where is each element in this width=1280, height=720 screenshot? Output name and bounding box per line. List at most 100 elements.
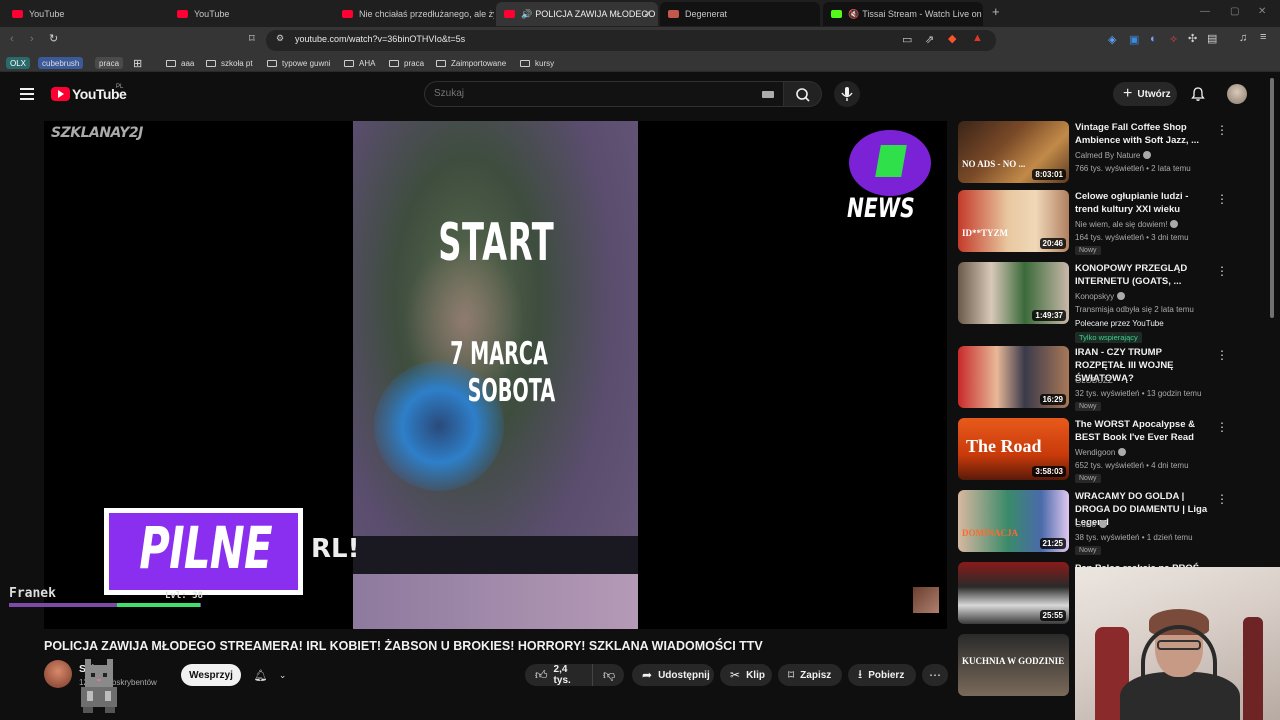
related-video-channel[interactable]: Gucio	[1075, 518, 1107, 532]
brave-rewards-icon[interactable]: ▲	[972, 32, 983, 44]
create-button[interactable]: + Utwórz	[1113, 82, 1177, 106]
video-thumbnail[interactable]: 1:49:37	[958, 262, 1069, 324]
bookmark-olx[interactable]: OLX	[6, 57, 31, 69]
back-icon[interactable]: ‹	[10, 33, 14, 45]
support-button[interactable]: Wesprzyj	[181, 664, 241, 686]
bookmark-folder[interactable]: aaa	[166, 57, 194, 69]
dislike-button[interactable]: 👎︎	[592, 664, 624, 686]
bookmark-folder[interactable]: Zaimportowane	[436, 57, 506, 69]
channel-name: Wendigoon	[1075, 448, 1116, 457]
menu-icon[interactable]: ≡	[1260, 31, 1266, 43]
video-thumbnail[interactable]: DOMINACJA 21:25	[958, 490, 1069, 552]
youtube-logo-icon[interactable]	[51, 87, 70, 101]
related-video-item[interactable]: 16:29 IRAN - CZY TRUMP ROZPĘTAŁ III WOJNĘ…	[958, 346, 1248, 412]
voice-search-button[interactable]	[834, 81, 860, 107]
related-video-title[interactable]: Celowe ogłupianie ludzi - trend kultury …	[1075, 190, 1210, 216]
video-thumbnail[interactable]: ID**TYZM 20:46	[958, 190, 1069, 252]
cast-icon[interactable]: ▭	[902, 33, 912, 46]
extension-icon[interactable]: ◐	[1150, 33, 1157, 45]
bookmark-folder-label: AHA	[359, 58, 376, 68]
share-button[interactable]: ➦ Udostępnij	[632, 664, 714, 686]
clip-button[interactable]: ✂ Klip	[720, 664, 772, 686]
more-vertical-icon[interactable]: ⋮	[1216, 192, 1228, 206]
bookmark-icon[interactable]: ⌑	[249, 32, 255, 45]
extension-icon[interactable]: ✧	[1169, 33, 1178, 46]
bookmark-folder[interactable]: kursy	[520, 57, 554, 69]
video-thumbnail[interactable]: 16:29	[958, 346, 1069, 408]
browser-tab-active[interactable]: 🔊 POLICJA ZAWIJA MŁODEGO ST... ✕	[496, 2, 658, 26]
video-thumbnail[interactable]: 25:55	[958, 562, 1069, 624]
browser-tab[interactable]: 🔇 Tissai Stream - Watch Live on Kick	[823, 2, 983, 26]
more-vertical-icon[interactable]: ⋮	[1216, 492, 1228, 506]
related-video-channel[interactable]: Nie wiem, ale się dowiem!	[1075, 218, 1179, 232]
extensions-puzzle-icon[interactable]: ✣	[1188, 32, 1197, 45]
bookmark-praca[interactable]: praca	[95, 57, 124, 69]
bookmark-cubebrush[interactable]: cubebrush	[38, 57, 84, 69]
more-vertical-icon[interactable]: ⋮	[1216, 123, 1228, 137]
muted-speaker-icon: 🔇	[848, 8, 860, 19]
notification-settings-button[interactable]: 🔔︎ ⌄	[248, 664, 292, 686]
apps-grid-icon[interactable]: ⊞	[133, 57, 142, 70]
related-video-title[interactable]: Vintage Fall Coffee Shop Ambience with S…	[1075, 121, 1210, 147]
media-icon[interactable]: ♫	[1239, 32, 1247, 44]
bookmark-folder-label: kursy	[535, 58, 555, 68]
bookmark-folder[interactable]: praca	[389, 57, 424, 69]
account-avatar[interactable]	[1227, 84, 1247, 104]
scrollbar[interactable]	[1270, 78, 1274, 318]
close-window-icon[interactable]: ✕	[1258, 6, 1266, 17]
notifications-bell-icon[interactable]	[1190, 86, 1206, 107]
more-actions-button[interactable]: ⋯	[922, 664, 948, 686]
forward-icon[interactable]: ›	[30, 33, 34, 45]
bookmark-folder[interactable]: typowe guwni	[267, 57, 330, 69]
hamburger-menu-icon[interactable]	[20, 88, 34, 100]
search-input[interactable]	[434, 88, 734, 99]
verified-check-icon	[1143, 151, 1152, 159]
related-video-item[interactable]: DOMINACJA 21:25 WRACAMY DO GOLDA | DROGA D…	[958, 490, 1248, 556]
video-player[interactable]: START 7 MARCA SOBOTA SZKLANAY2J NEWS PIL…	[44, 121, 947, 629]
browser-tab[interactable]: Degenerat	[660, 2, 820, 26]
folder-icon	[267, 59, 277, 67]
reload-icon[interactable]: ↻	[49, 32, 58, 45]
search-button[interactable]	[784, 81, 822, 107]
more-horizontal-icon: ⋯	[929, 668, 941, 682]
pixel-cat-sticker	[81, 659, 117, 713]
new-tab-button[interactable]: +	[992, 4, 1000, 19]
like-button[interactable]: 👍︎ 2,4 tys.	[525, 664, 592, 686]
browser-tab[interactable]: YouTube	[169, 2, 334, 26]
save-button[interactable]: ⌑ Zapisz	[778, 664, 842, 686]
more-vertical-icon[interactable]: ⋮	[1216, 348, 1228, 362]
site-settings-icon[interactable]: ⚙	[276, 33, 284, 44]
related-video-channel[interactable]: Calmed By Nature	[1075, 149, 1152, 163]
browser-tab[interactable]: YouTube	[4, 2, 169, 26]
related-video-item[interactable]: NO ADS - NO ... 8:03:01 Vintage Fall Coffe…	[958, 121, 1248, 187]
extension-icon[interactable]: ◈	[1108, 33, 1116, 46]
related-video-title[interactable]: KONOPOWY PRZEGLĄD INTERNETU (GOATS, ...	[1075, 262, 1210, 288]
related-video-item[interactable]: 1:49:37 KONOPOWY PRZEGLĄD INTERNETU (GOAT…	[958, 262, 1248, 343]
video-thumbnail[interactable]: KUCHNIA W GODZINIE	[958, 634, 1069, 696]
more-vertical-icon[interactable]: ⋮	[1216, 420, 1228, 434]
download-button[interactable]: ⭳ Pobierz	[848, 664, 916, 686]
brave-shield-icon[interactable]: ◆	[948, 32, 956, 45]
related-video-item[interactable]: ID**TYZM 20:46 Celowe ogłupianie ludzi - t…	[958, 190, 1248, 256]
bookmark-folder[interactable]: AHA	[344, 57, 375, 69]
sidebar-icon[interactable]: ▤	[1207, 32, 1217, 45]
share-icon[interactable]: ⇗	[925, 33, 934, 46]
maximize-icon[interactable]: ▢	[1230, 6, 1239, 17]
url-text[interactable]: youtube.com/watch?v=36binOTHVIo&t=5s	[295, 34, 465, 44]
browser-tab[interactable]: Nie chciałaś przedłużanego, ale żyć z...	[334, 2, 494, 26]
keyboard-icon[interactable]	[762, 91, 774, 98]
video-thumbnail[interactable]: NO ADS - NO ... 8:03:01	[958, 121, 1069, 183]
close-tab-icon[interactable]: ✕	[644, 9, 652, 20]
minimize-icon[interactable]: —	[1200, 6, 1210, 17]
related-video-title[interactable]: The WORST Apocalypse & BEST Book I've Ev…	[1075, 418, 1210, 444]
related-video-channel[interactable]: Konopskyy	[1075, 290, 1126, 304]
related-video-channel[interactable]: GLOBUZZ	[1075, 374, 1113, 388]
related-video-channel[interactable]: Wendigoon	[1075, 446, 1127, 460]
more-vertical-icon[interactable]: ⋮	[1216, 264, 1228, 278]
related-video-item[interactable]: The Road 3:58:03 The WORST Apocalypse & BE…	[958, 418, 1248, 484]
video-thumbnail[interactable]: The Road 3:58:03	[958, 418, 1069, 480]
extension-icon[interactable]: ▣	[1129, 33, 1139, 46]
bookmark-folder-label: aaa	[181, 58, 195, 68]
related-video-meta: 32 tys. wyświetleń • 13 godzin temu	[1075, 389, 1202, 398]
bookmark-folder[interactable]: szkoła pt	[206, 57, 253, 69]
